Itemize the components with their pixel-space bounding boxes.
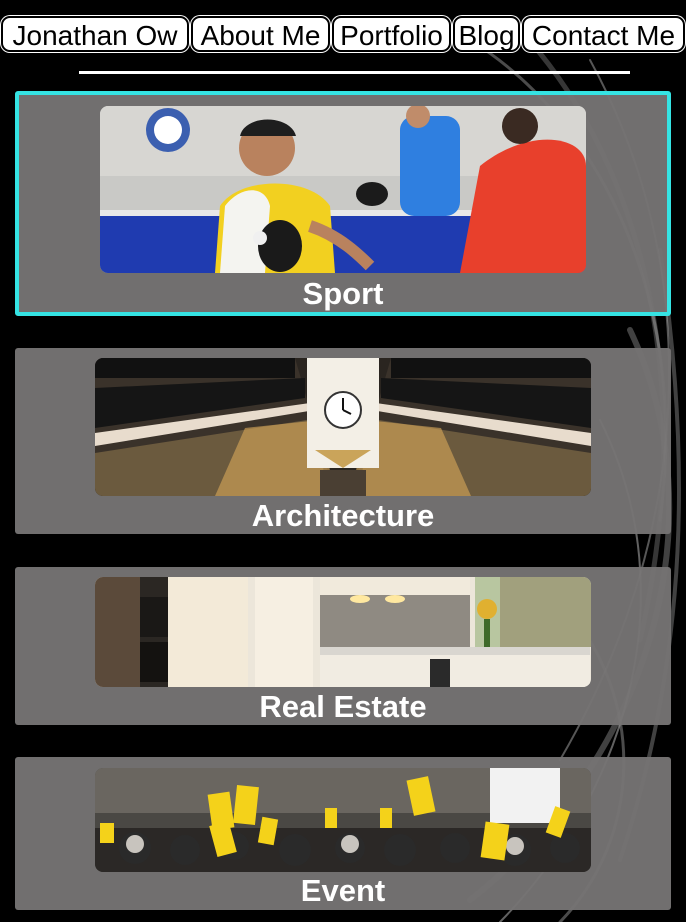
table-tennis-player-photo (100, 106, 586, 273)
category-label-sport: Sport (302, 276, 384, 311)
nav-home-button[interactable]: Jonathan Ow (1, 16, 189, 52)
nav-contact-button[interactable]: Contact Me (522, 16, 685, 52)
nav-divider (79, 71, 630, 74)
nav-blog-button[interactable]: Blog (453, 16, 520, 52)
category-card-event[interactable]: Event (15, 757, 671, 910)
top-nav: Jonathan Ow About Me Portfolio Blog Cont… (0, 16, 686, 54)
kitchen-interior-photo (95, 577, 591, 687)
category-label-architecture: Architecture (251, 498, 435, 533)
category-card-sport[interactable]: Sport (15, 91, 671, 316)
audience-voting-cards-photo (95, 768, 591, 872)
category-card-architecture[interactable]: Architecture (15, 348, 671, 534)
category-label-real-estate: Real Estate (259, 689, 427, 724)
nav-portfolio-button[interactable]: Portfolio (332, 16, 451, 52)
shopping-arcade-interior-photo (95, 358, 591, 496)
nav-about-button[interactable]: About Me (191, 16, 330, 52)
category-label-event: Event (300, 873, 386, 908)
category-card-real-estate[interactable]: Real Estate (15, 567, 671, 725)
